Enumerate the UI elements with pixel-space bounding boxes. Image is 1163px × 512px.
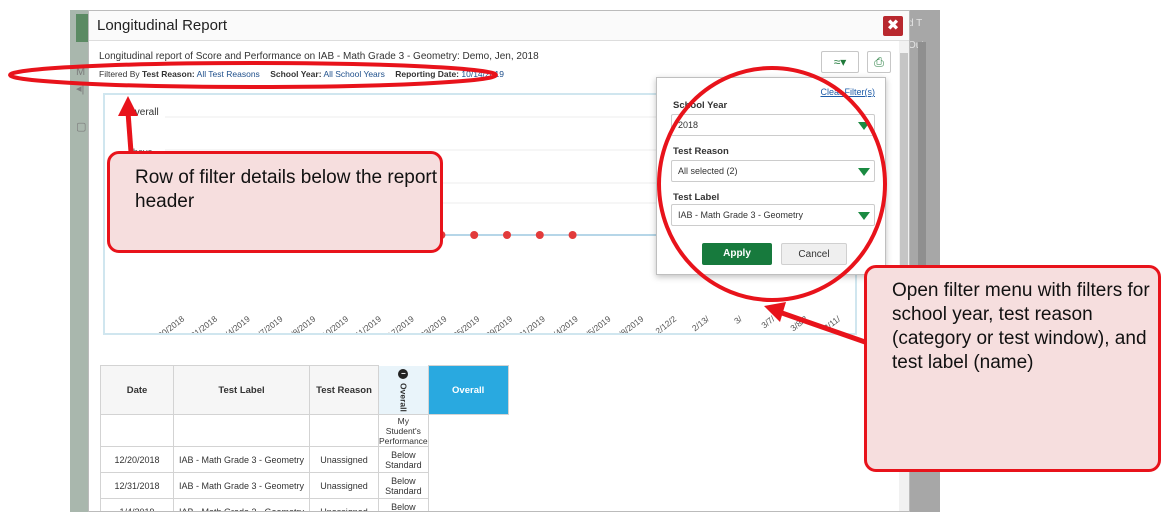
chevron-down-icon <box>858 168 870 176</box>
test-reason-cell: Unassigned <box>309 498 379 511</box>
overall-toggle-column[interactable]: − Overall <box>378 365 429 415</box>
x-tick-label: 3/ <box>732 313 744 326</box>
x-tick-label: 1/25/2019 <box>445 314 481 333</box>
x-tick-label: 2/4/2019 <box>548 314 580 333</box>
empty-cell <box>309 414 379 448</box>
test-reason-select[interactable]: All selected (2) <box>671 160 875 182</box>
school-year-value: 2018 <box>678 120 699 130</box>
test-label-select[interactable]: IAB - Math Grade 3 - Geometry <box>671 204 875 226</box>
x-tick-label: 2/8/2019 <box>613 314 645 333</box>
callout-filter-menu: Open filter menu with filters for school… <box>864 265 1161 472</box>
test-reason-cell: Unassigned <box>309 472 379 500</box>
test-label-cell: IAB - Math Grade 3 - Geometry <box>173 472 310 500</box>
test-reason-cell: Unassigned <box>309 446 379 474</box>
test-label-value: IAB - Math Grade 3 - Geometry <box>678 210 804 220</box>
table-row: 12/31/2018 IAB - Math Grade 3 - Geometry… <box>100 472 509 500</box>
col-date-header[interactable]: Date <box>100 364 174 416</box>
x-tick-label: 1/4/2019 <box>220 314 252 333</box>
test-label-cell: IAB - Math Grade 3 - Geometry <box>173 446 310 474</box>
filter-school-year-label: School Year: <box>270 69 322 79</box>
date-cell: 1/4/2019 <box>100 498 174 511</box>
empty-cell <box>173 414 310 448</box>
performance-subheader: My Student's Performance <box>378 414 429 448</box>
background-side-glyph: ▢ <box>76 121 87 133</box>
empty-cell <box>100 414 174 448</box>
print-button[interactable]: ⎙ <box>867 51 891 73</box>
filter-test-reason-value: All Test Reasons <box>196 69 260 79</box>
table-row: 12/20/2018 IAB - Math Grade 3 - Geometry… <box>100 446 509 474</box>
background-logo <box>76 14 88 42</box>
school-year-select[interactable]: 2018 <box>671 114 875 136</box>
report-description: Longitudinal report of Score and Perform… <box>99 51 539 62</box>
filter-details-row: Filtered By Test Reason: All Test Reason… <box>99 69 512 79</box>
x-tick-label: 12/31/2018 <box>179 314 219 333</box>
filter-sliders-icon: ≈▾ <box>833 55 847 69</box>
y-label-overall: Overall <box>127 107 159 118</box>
minus-circle-icon[interactable]: − <box>398 368 409 379</box>
x-tick-label: 1/29/2019 <box>478 314 514 333</box>
x-tick-label: 3/8/2 <box>788 314 809 333</box>
x-tick-label: 2/12/2 <box>653 314 678 333</box>
x-tick-label: 1/7/2019 <box>252 314 284 333</box>
screenshot-stage: M ◂| ▢ d T Out Longitudinal Report ✖ Lon… <box>0 0 1163 512</box>
x-tick-label: 1/8/2019 <box>285 314 317 333</box>
table-header-row: Date Test Label Test Reason − Overall Ov… <box>100 364 509 416</box>
data-point <box>535 231 544 239</box>
apply-button[interactable]: Apply <box>702 243 772 265</box>
overall-vertical-label: Overall <box>398 382 409 412</box>
x-tick-label: 2/5/2019 <box>580 314 612 333</box>
date-cell: 12/31/2018 <box>100 472 174 500</box>
filter-reporting-date-value: 10/14/2019 <box>461 69 504 79</box>
modal-title: Longitudinal Report <box>97 17 228 34</box>
clear-filters-link[interactable]: Clear Filter(s) <box>820 87 875 97</box>
x-tick-label: 3/7/ <box>759 313 777 330</box>
col-test-label-header[interactable]: Test Label <box>173 364 310 416</box>
table-subheader-row: My Student's Performance <box>100 414 509 448</box>
callout-filter-row: Row of filter details below the report h… <box>107 151 443 253</box>
filter-row-prefix: Filtered By <box>99 69 140 79</box>
x-tick-label: 1/23/2019 <box>413 314 449 333</box>
background-right-text: d T <box>908 18 923 29</box>
test-label-cell: IAB - Math Grade 3 - Geometry <box>173 498 310 511</box>
data-point <box>503 231 511 239</box>
date-cell: 12/20/2018 <box>100 446 174 474</box>
results-table: Date Test Label Test Reason − Overall Ov… <box>100 364 509 511</box>
table-row: 1/4/2019 IAB - Math Grade 3 - Geometry U… <box>100 498 509 511</box>
filter-toggle-button[interactable]: ≈▾ <box>821 51 859 73</box>
overall-cell: Below Standard <box>378 472 429 500</box>
x-tick-label: 3/11/ <box>822 313 843 333</box>
data-point <box>470 231 479 239</box>
filter-school-year-value: All School Years <box>323 69 385 79</box>
chevron-down-icon <box>858 212 870 220</box>
test-reason-value: All selected (2) <box>678 166 738 176</box>
overall-cell: Below Standard <box>378 446 429 474</box>
test-reason-label: Test Reason <box>673 146 729 157</box>
cancel-button[interactable]: Cancel <box>781 243 847 265</box>
print-icon: ⎙ <box>874 55 884 69</box>
data-point <box>568 231 577 239</box>
x-tick-label: 1/10/2019 <box>314 314 350 333</box>
col-test-reason-header[interactable]: Test Reason <box>309 364 379 416</box>
col-overall-header[interactable]: Overall <box>427 364 509 416</box>
modal-header: Longitudinal Report ✖ <box>89 11 909 41</box>
background-side-glyph: ◂| <box>76 83 85 95</box>
x-tick-label: 2/13/ <box>690 313 712 333</box>
x-tick-label: 12/20/2018 <box>147 314 187 333</box>
close-button[interactable]: ✖ <box>883 16 903 36</box>
x-tick-label: 1/11/2019 <box>348 314 384 333</box>
filter-menu: Clear Filter(s) School Year 2018 Test Re… <box>656 77 886 275</box>
x-tick-label: 1/17/2019 <box>380 314 416 333</box>
background-side-glyph: M <box>76 66 86 78</box>
chevron-down-icon <box>858 122 870 130</box>
filter-reporting-date-label: Reporting Date: <box>395 69 459 79</box>
x-tick-label: 1/31/2019 <box>511 314 547 333</box>
school-year-label: School Year <box>673 100 728 111</box>
overall-cell: Below Standard <box>378 498 429 511</box>
test-label-label: Test Label <box>673 192 720 203</box>
filter-test-reason-label: Test Reason: <box>142 69 195 79</box>
